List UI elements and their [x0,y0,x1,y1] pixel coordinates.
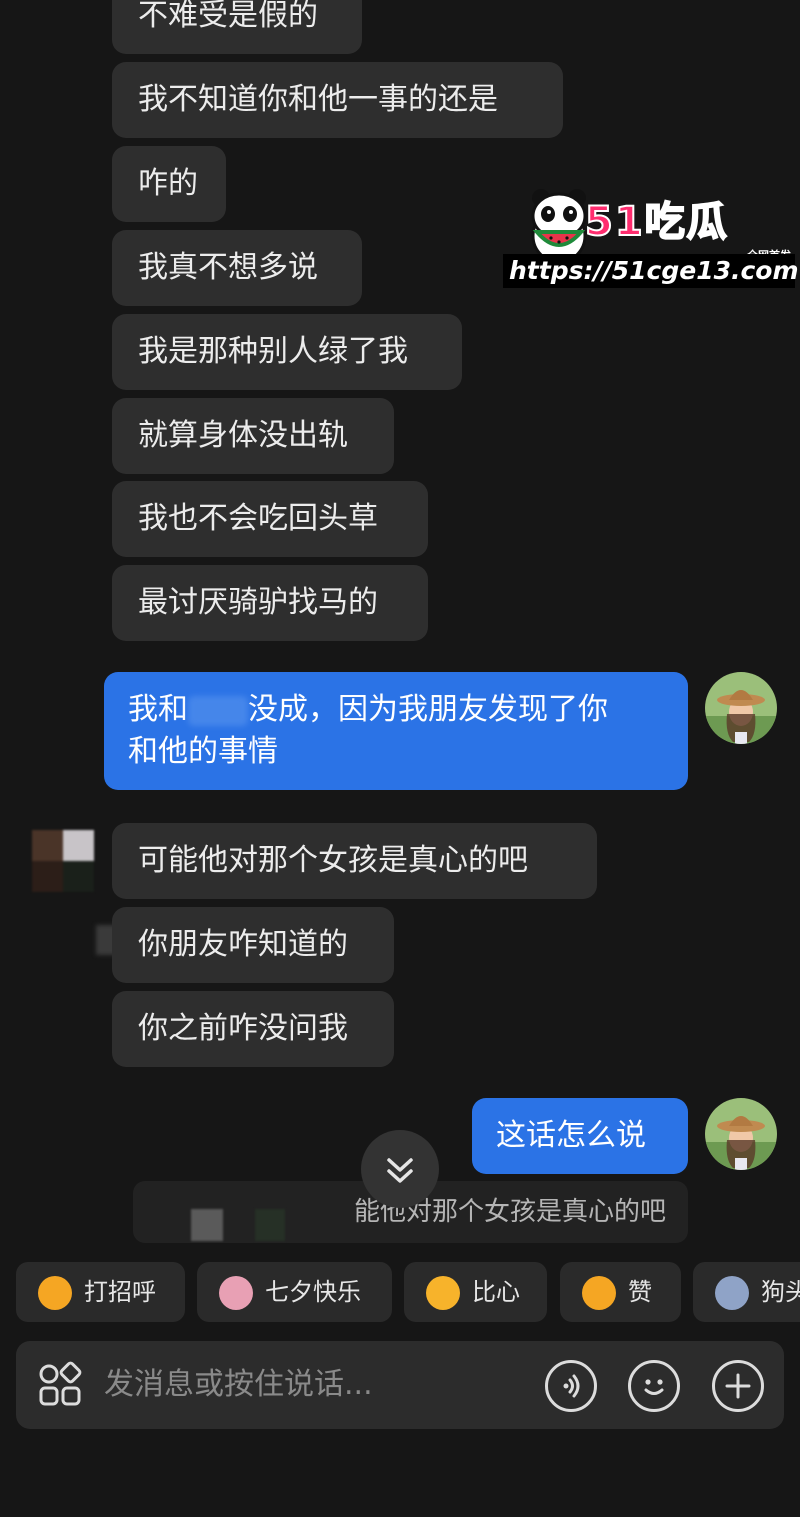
quick-reply-doghead[interactable]: 狗头 [693,1262,800,1322]
voice-icon [563,1374,580,1398]
quick-reply-greet[interactable]: 打招呼 [16,1262,185,1322]
message-bubble[interactable]: 可能他对那个女孩是真心的吧 [112,823,597,899]
plus-button[interactable] [712,1360,764,1412]
message-text: 可能他对那个女孩是真心的吧 [138,843,528,878]
quick-reply-label: 比心 [472,1278,520,1306]
emoji-button[interactable] [628,1360,680,1412]
sender-avatar-blurred[interactable] [32,830,94,892]
finger-heart-emoji-icon [426,1276,460,1310]
message-bubble[interactable]: 不难受是假的 [112,0,362,54]
quick-reply-like[interactable]: 赞 [560,1262,681,1322]
double-chevron-down-icon [387,1158,413,1183]
quick-reply-qixi[interactable]: 七夕快乐 [197,1262,392,1322]
plus-icon [725,1373,751,1399]
message-input-bar: 发消息或按住说话... [16,1341,784,1429]
message-line: 我和 没成，因为我朋友发现了你 [128,689,664,731]
message-bubble[interactable]: 咋的 [112,146,226,222]
message-text: 你朋友咋知道的 [138,927,348,962]
message-bubble[interactable]: 你朋友咋知道的 [112,907,394,983]
voice-button[interactable] [545,1360,597,1412]
message-bubble[interactable]: 我是那种别人绿了我 [112,314,462,390]
avatar[interactable] [705,1098,777,1170]
quick-reply-label: 七夕快乐 [265,1278,361,1306]
pixel-block [32,861,63,892]
message-line: 和他的事情 [128,731,664,773]
message-bubble[interactable]: 我也不会吃回头草 [112,481,428,557]
pixel-block [63,861,94,892]
wave-emoji-icon [38,1276,72,1310]
avatar[interactable] [705,672,777,744]
dog-head-emoji-icon [715,1276,749,1310]
apps-grid-icon[interactable] [36,1361,84,1409]
quick-reply-label: 赞 [628,1278,652,1306]
message-bubble-outgoing[interactable]: 这话怎么说 [472,1098,688,1174]
quick-reply-label: 狗头 [761,1278,800,1306]
message-bubble[interactable]: 我真不想多说 [112,230,362,306]
redacted-block [255,1209,285,1241]
message-text: 和他的事情 [128,734,278,769]
watermark: 51吃瓜 全网首发 https://51cge13.com [503,184,799,290]
message-text: 你之前咋没问我 [138,1011,348,1046]
quick-reply-bar: 打招呼 七夕快乐 比心 赞 狗头 [0,1262,800,1322]
quick-reply-heart[interactable]: 比心 [404,1262,547,1322]
scroll-to-bottom-button[interactable] [361,1130,439,1208]
message-text: 这话怎么说 [496,1118,646,1153]
avatar-photo-icon [705,672,777,744]
message-text: 就算身体没出轨 [138,418,348,453]
dove-heart-icon [219,1276,253,1310]
message-text: 最讨厌骑驴找马的 [138,585,378,620]
message-text: 我真不想多说 [138,250,318,285]
message-bubble-outgoing[interactable]: 我和 没成，因为我朋友发现了你 和他的事情 [104,672,688,790]
message-text: 我也不会吃回头草 [138,501,378,536]
message-input[interactable]: 发消息或按住说话... [104,1364,373,1406]
quick-reply-label: 打招呼 [84,1278,156,1306]
message-bubble[interactable]: 就算身体没出轨 [112,398,394,474]
message-text: 我不知道你和他一事的还是 [138,82,498,117]
message-text: 我和 [128,692,188,727]
emoji-icon [644,1379,664,1395]
message-bubble[interactable]: 你之前咋没问我 [112,991,394,1067]
pixel-block [32,830,63,861]
message-text: 我是那种别人绿了我 [138,334,408,369]
watermark-logo: 51吃瓜 [584,198,729,246]
watermark-url: https://51cge13.com [503,254,799,288]
message-text: 不难受是假的 [138,0,318,33]
redacted-block [191,1209,223,1241]
avatar-photo-icon [705,1098,777,1170]
pixel-block [63,830,94,861]
redacted-name [188,695,248,726]
message-bubble[interactable]: 我不知道你和他一事的还是 [112,62,563,138]
thumbs-up-emoji-icon [582,1276,616,1310]
message-bubble[interactable]: 最讨厌骑驴找马的 [112,565,428,641]
message-text: 咋的 [138,166,198,201]
message-text: 没成，因为我朋友发现了你 [248,692,608,727]
